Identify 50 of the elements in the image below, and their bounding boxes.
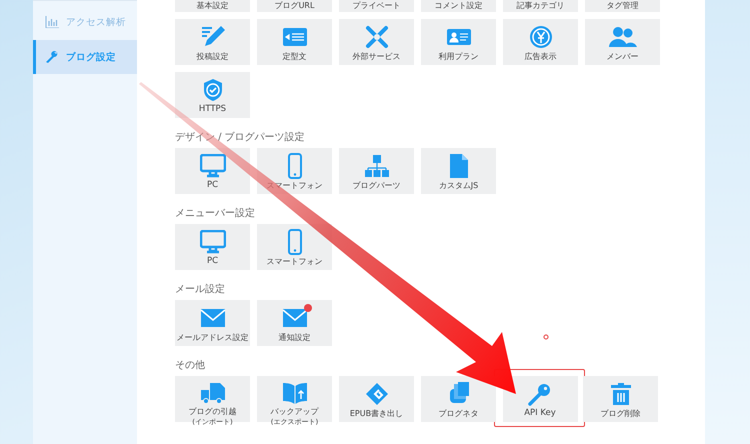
js-file-icon	[448, 153, 468, 179]
section-heading: メール設定	[175, 282, 226, 297]
settings-tile[interactable]: 定型文	[257, 19, 332, 65]
settings-tile[interactable]: ブログ削除	[583, 376, 658, 422]
settings-tile[interactable]: 利用プラン	[421, 19, 496, 65]
wrench-icon	[45, 50, 59, 64]
marker-dot	[544, 334, 548, 340]
settings-tile[interactable]: プライベート	[339, 0, 414, 12]
monitor-icon	[200, 230, 226, 254]
settings-tile[interactable]: ブログパーツ	[339, 148, 414, 194]
settings-tile[interactable]: ブログネタ	[421, 376, 496, 422]
open-book-icon	[282, 381, 308, 405]
settings-tile[interactable]: 基本設定	[175, 0, 250, 12]
monitor-icon	[200, 154, 226, 178]
settings-tile[interactable]: コメント設定	[421, 0, 496, 12]
settings-tile[interactable]: カスタムJS	[421, 148, 496, 194]
yen-coin-icon	[528, 25, 552, 49]
smartphone-icon	[288, 229, 302, 255]
section-heading: メニューバー設定	[175, 206, 256, 221]
id-card-icon	[446, 26, 472, 48]
people-icon	[608, 26, 636, 48]
key-icon	[528, 382, 552, 406]
trash-icon	[610, 382, 632, 406]
settings-tile[interactable]: API Key	[502, 376, 578, 422]
settings-tile[interactable]: 記事カテゴリ	[503, 0, 578, 12]
settings-tile[interactable]: タグ管理	[585, 0, 660, 12]
section-heading: デザイン / ブログパーツ設定	[175, 130, 306, 145]
text-card-icon	[282, 26, 308, 48]
settings-tile[interactable]: メンバー	[585, 19, 660, 65]
settings-tile[interactable]: 外部サービス	[339, 19, 414, 65]
crossed-tools-icon	[364, 25, 388, 49]
settings-tile[interactable]: EPUB書き出し	[339, 376, 414, 422]
shield-check-icon	[202, 78, 224, 102]
pencil-icon	[200, 25, 226, 49]
settings-tile[interactable]: メールアドレス設定	[175, 300, 250, 346]
envelope-icon	[200, 308, 226, 328]
settings-tile[interactable]: PC	[175, 224, 250, 270]
section-heading: その他	[175, 359, 206, 373]
settings-tile[interactable]: 広告表示	[503, 19, 578, 65]
bar-chart-icon	[45, 16, 59, 28]
settings-tile[interactable]: スマートフォン	[257, 224, 332, 270]
epub-logo-icon	[364, 382, 388, 406]
truck-icon	[200, 381, 226, 405]
settings-tile[interactable]: HTTPS	[175, 72, 250, 118]
envelope-icon	[282, 308, 308, 328]
settings-tile[interactable]: ブログURL	[257, 0, 332, 12]
settings-tile[interactable]: 通知設定	[257, 300, 332, 346]
settings-tile[interactable]: 投稿設定	[175, 19, 250, 65]
settings-tile[interactable]: PC	[175, 148, 250, 194]
hierarchy-icon	[364, 154, 390, 178]
